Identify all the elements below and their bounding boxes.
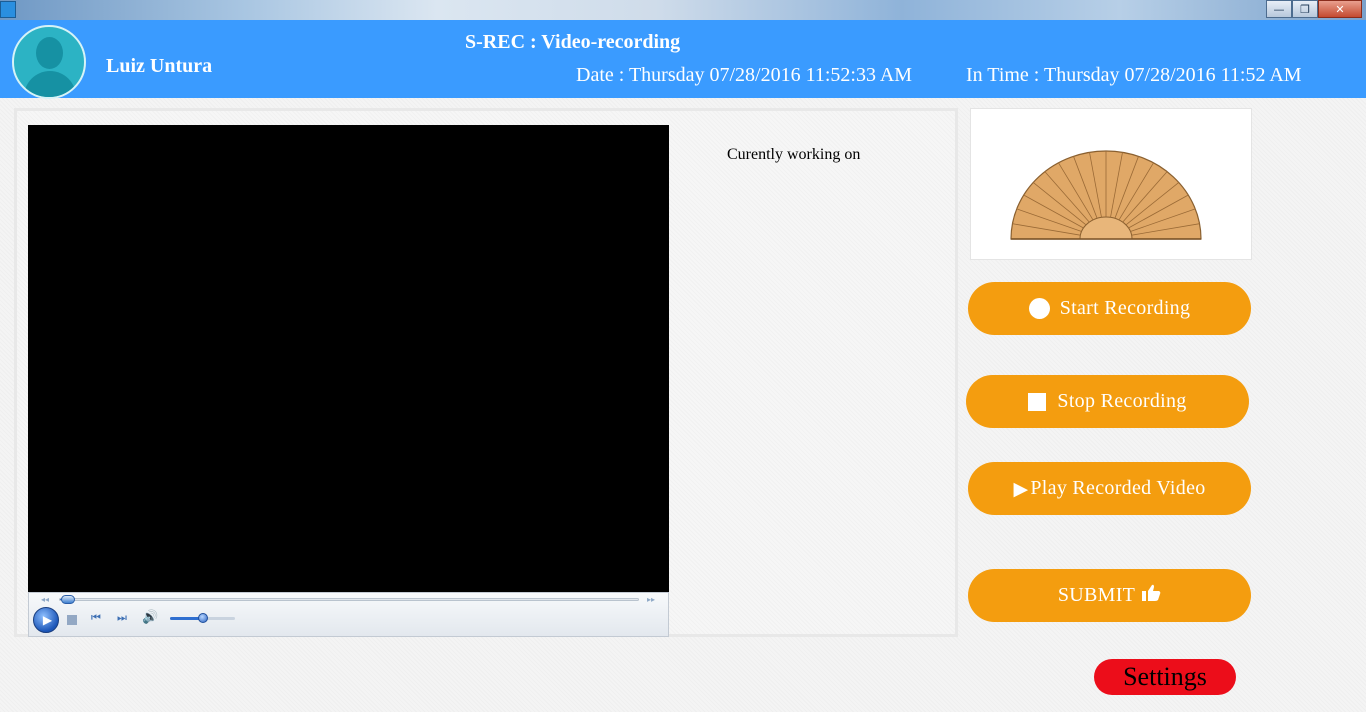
window-title-bar: — ❐ ✕ xyxy=(0,0,1366,20)
minimize-button[interactable]: — xyxy=(1266,0,1292,18)
settings-button[interactable]: Settings xyxy=(1094,659,1236,695)
app-title: S-REC : Video-recording xyxy=(465,31,681,53)
window-controls: — ❐ ✕ xyxy=(1266,0,1362,18)
next-icon[interactable]: ⏭ xyxy=(117,611,127,625)
close-button[interactable]: ✕ xyxy=(1318,0,1362,18)
seek-back-icon[interactable]: ◂◂ xyxy=(41,595,49,604)
date-label: Date : Thursday 07/28/2016 11:52:33 AM xyxy=(576,64,913,86)
logo-box xyxy=(970,108,1252,260)
previous-icon[interactable]: ⏮ xyxy=(91,611,101,625)
record-circle-icon xyxy=(1028,298,1050,319)
user-name: Luiz Untura xyxy=(106,55,213,77)
volume-slider[interactable] xyxy=(170,613,235,623)
play-button[interactable]: ▶ xyxy=(33,607,59,633)
start-recording-label: Start Recording xyxy=(1059,297,1191,319)
submit-button[interactable]: SUBMIT xyxy=(968,569,1251,622)
video-player[interactable]: ◂◂ ▸▸ ▶ ⏮ ⏭ 🔊 xyxy=(28,125,669,637)
stop-icon[interactable] xyxy=(67,615,77,625)
thumbs-up-icon xyxy=(1141,584,1161,608)
volume-icon[interactable]: 🔊 xyxy=(142,610,158,625)
seek-thumb[interactable] xyxy=(61,595,75,604)
submit-label: SUBMIT xyxy=(1057,584,1136,606)
app-icon xyxy=(0,1,16,18)
avatar xyxy=(12,25,86,99)
user-silhouette-icon xyxy=(36,37,63,69)
play-recorded-video-button[interactable]: ▶ Play Recorded Video xyxy=(968,462,1251,515)
stop-square-icon xyxy=(1028,392,1047,411)
player-controls: ◂◂ ▸▸ ▶ ⏮ ⏭ 🔊 xyxy=(28,592,669,637)
stop-recording-button[interactable]: Stop Recording xyxy=(966,375,1249,428)
user-silhouette-body xyxy=(24,71,76,97)
seek-forward-icon[interactable]: ▸▸ xyxy=(647,595,655,604)
start-recording-button[interactable]: Start Recording xyxy=(968,282,1251,335)
seek-bar[interactable] xyxy=(59,595,639,604)
play-recorded-video-label: Play Recorded Video xyxy=(1030,477,1206,499)
stop-recording-label: Stop Recording xyxy=(1057,390,1187,412)
restore-button[interactable]: ❐ xyxy=(1292,0,1318,18)
volume-thumb[interactable] xyxy=(197,613,208,623)
in-time-label: In Time : Thursday 07/28/2016 11:52 AM xyxy=(966,64,1302,86)
protractor-logo-icon xyxy=(1010,150,1202,240)
working-on-label: Curently working on xyxy=(727,146,861,163)
header-bar: Luiz Untura S-REC : Video-recording Date… xyxy=(0,20,1366,99)
play-triangle-icon: ▶ xyxy=(1013,477,1029,500)
